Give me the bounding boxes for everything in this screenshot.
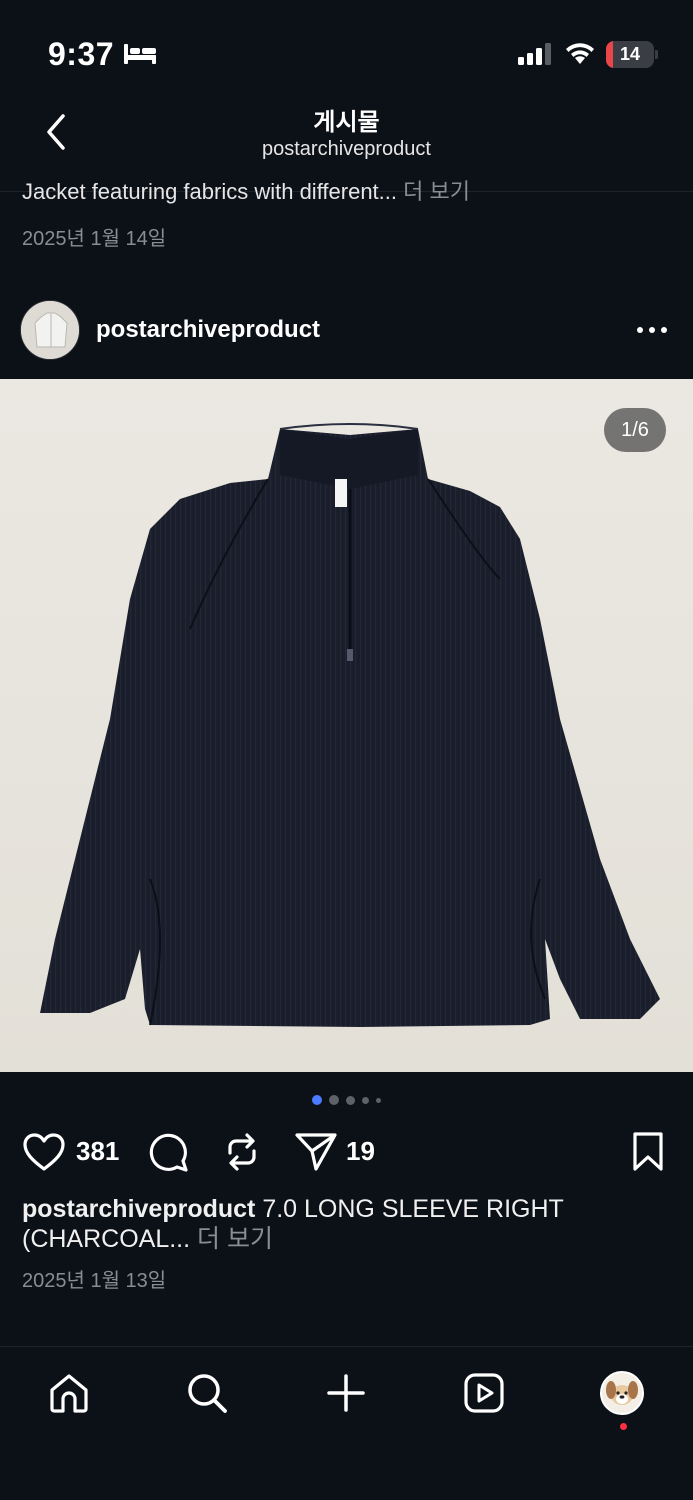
more-horizontal-icon [637,327,667,333]
battery-indicator: 14 [606,41,658,68]
previous-caption-text: Jacket featuring fabrics with different.… [22,179,397,204]
profile-avatar [600,1371,644,1415]
carousel-dot [346,1095,355,1105]
repost-icon [228,1133,256,1171]
nav-search[interactable] [183,1369,231,1417]
sleep-focus-icon [124,44,156,64]
previous-post-caption[interactable]: Jacket featuring fabrics with different.… [22,178,672,208]
heart-icon [23,1133,65,1171]
battery-level: 14 [619,44,641,64]
page-subtitle[interactable]: postarchiveproduct [0,138,693,161]
carousel-dot [329,1095,339,1105]
post-author-avatar[interactable] [20,300,80,360]
carousel-dot [362,1096,369,1104]
like-count[interactable]: 381 [76,1136,119,1167]
reels-icon [464,1373,504,1413]
nav-profile[interactable] [598,1369,646,1417]
post-image[interactable] [0,379,693,1072]
post-caption[interactable]: postarchiveproduct 7.0 LONG SLEEVE RIGHT… [22,1194,662,1254]
like-button[interactable] [22,1130,66,1174]
plus-icon [327,1374,365,1412]
search-icon [188,1374,227,1413]
nav-home[interactable] [45,1369,93,1417]
caption-username[interactable]: postarchiveproduct [22,1195,255,1223]
previous-post-date: 2025년 1월 14일 [22,228,167,250]
nav-reels[interactable] [460,1369,508,1417]
post-header: postarchiveproduct [0,298,693,362]
save-button[interactable] [626,1130,670,1174]
comment-button[interactable] [146,1130,190,1174]
page-title: 게시물 [313,109,380,136]
caption-more-link[interactable]: 더 보기 [197,1225,273,1253]
bookmark-icon [633,1132,663,1171]
previous-more-link[interactable]: 더 보기 [403,179,470,204]
more-options-button[interactable] [632,316,672,344]
carousel-dot [376,1097,381,1103]
bottom-navigation [0,1346,693,1500]
comment-icon [149,1133,188,1172]
status-bar: 9:37 14 [0,0,693,96]
home-icon [50,1374,88,1413]
cellular-signal-icon [518,43,551,65]
carousel-dot [312,1095,322,1105]
carousel-indicator [0,1094,693,1106]
garment-photo [0,379,693,1072]
post-action-bar: 381 19 [0,1124,693,1176]
repost-button[interactable] [220,1130,264,1174]
image-counter: 1/6 [604,408,666,452]
share-button[interactable] [294,1130,338,1174]
nav-create[interactable] [322,1369,370,1417]
status-time: 9:37 [48,36,115,72]
send-icon [295,1133,337,1171]
share-count[interactable]: 19 [346,1136,375,1167]
notification-dot [620,1423,627,1430]
wifi-icon [566,43,594,64]
post-username[interactable]: postarchiveproduct [96,316,320,344]
post-date: 2025년 1월 13일 [22,1270,167,1292]
